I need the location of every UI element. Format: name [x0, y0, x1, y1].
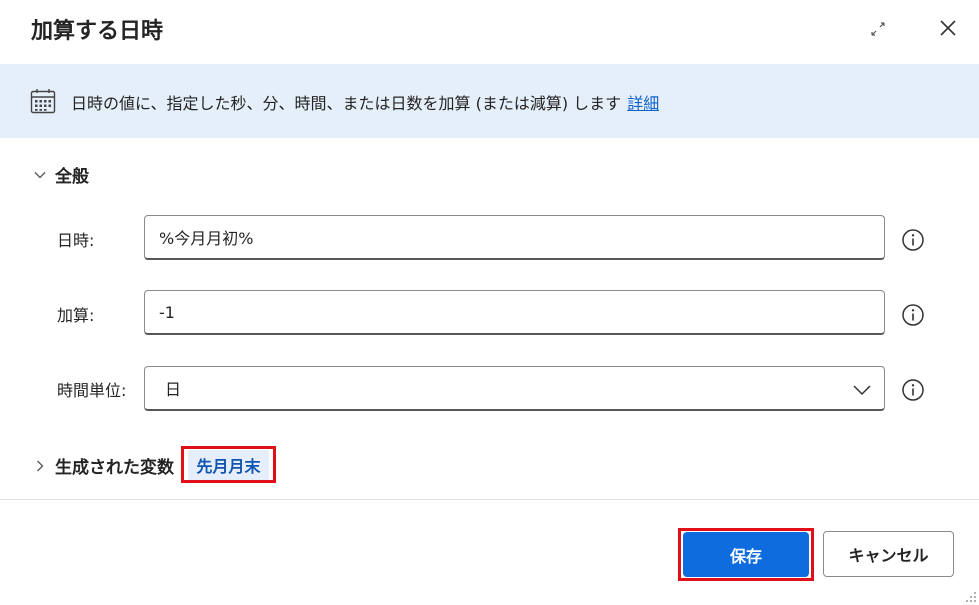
generated-variables-toggle[interactable]: 生成された変数 [33, 453, 174, 478]
add-to-datetime-dialog: 加算する日時 日時の値に、指定した秒、分、時間、または日数を加算 (または減算)… [0, 0, 979, 605]
add-input[interactable]: -1 [144, 290, 885, 335]
close-button[interactable] [934, 14, 962, 42]
time-unit-label: 時間単位: [57, 381, 127, 400]
resize-grip-icon[interactable] [964, 590, 978, 604]
banner-description: 日時の値に、指定した秒、分、時間、または日数を加算 (または減算) します [71, 94, 622, 113]
general-section-toggle[interactable]: 全般 [33, 162, 89, 187]
add-label: 加算: [57, 306, 95, 325]
cancel-button[interactable]: キャンセル [823, 531, 954, 577]
close-icon [940, 20, 956, 36]
datetime-value: %今月月初% [159, 229, 254, 248]
datetime-label: 日時: [57, 231, 95, 250]
footer-divider [0, 499, 979, 500]
general-section-label: 全般 [55, 167, 89, 187]
expand-icon [871, 22, 885, 36]
chevron-right-icon [37, 460, 44, 471]
datetime-info-icon[interactable] [901, 228, 925, 252]
add-info-icon[interactable] [901, 303, 925, 327]
dialog-title: 加算する日時 [31, 19, 164, 44]
chevron-down-icon [34, 171, 46, 178]
info-banner: 日時の値に、指定した秒、分、時間、または日数を加算 (または減算) します 詳細 [0, 64, 979, 138]
datetime-input[interactable]: %今月月初% [144, 215, 885, 260]
expand-button[interactable] [864, 15, 892, 43]
chevron-down-icon [853, 385, 871, 396]
variable-chip[interactable]: 先月月末 [188, 449, 269, 480]
variable-chip-highlight: 先月月末 [181, 446, 276, 483]
time-unit-select[interactable]: 日 [144, 366, 885, 411]
add-value: -1 [159, 302, 175, 322]
save-button[interactable]: 保存 [683, 532, 809, 577]
generated-variables-label: 生成された変数 [55, 458, 174, 478]
time-unit-value: 日 [165, 380, 182, 399]
time-unit-info-icon[interactable] [901, 378, 925, 402]
calendar-icon [30, 89, 56, 114]
banner-text-container: 日時の値に、指定した秒、分、時間、または日数を加算 (または減算) します 詳細 [71, 90, 659, 114]
details-link[interactable]: 詳細 [627, 94, 659, 113]
